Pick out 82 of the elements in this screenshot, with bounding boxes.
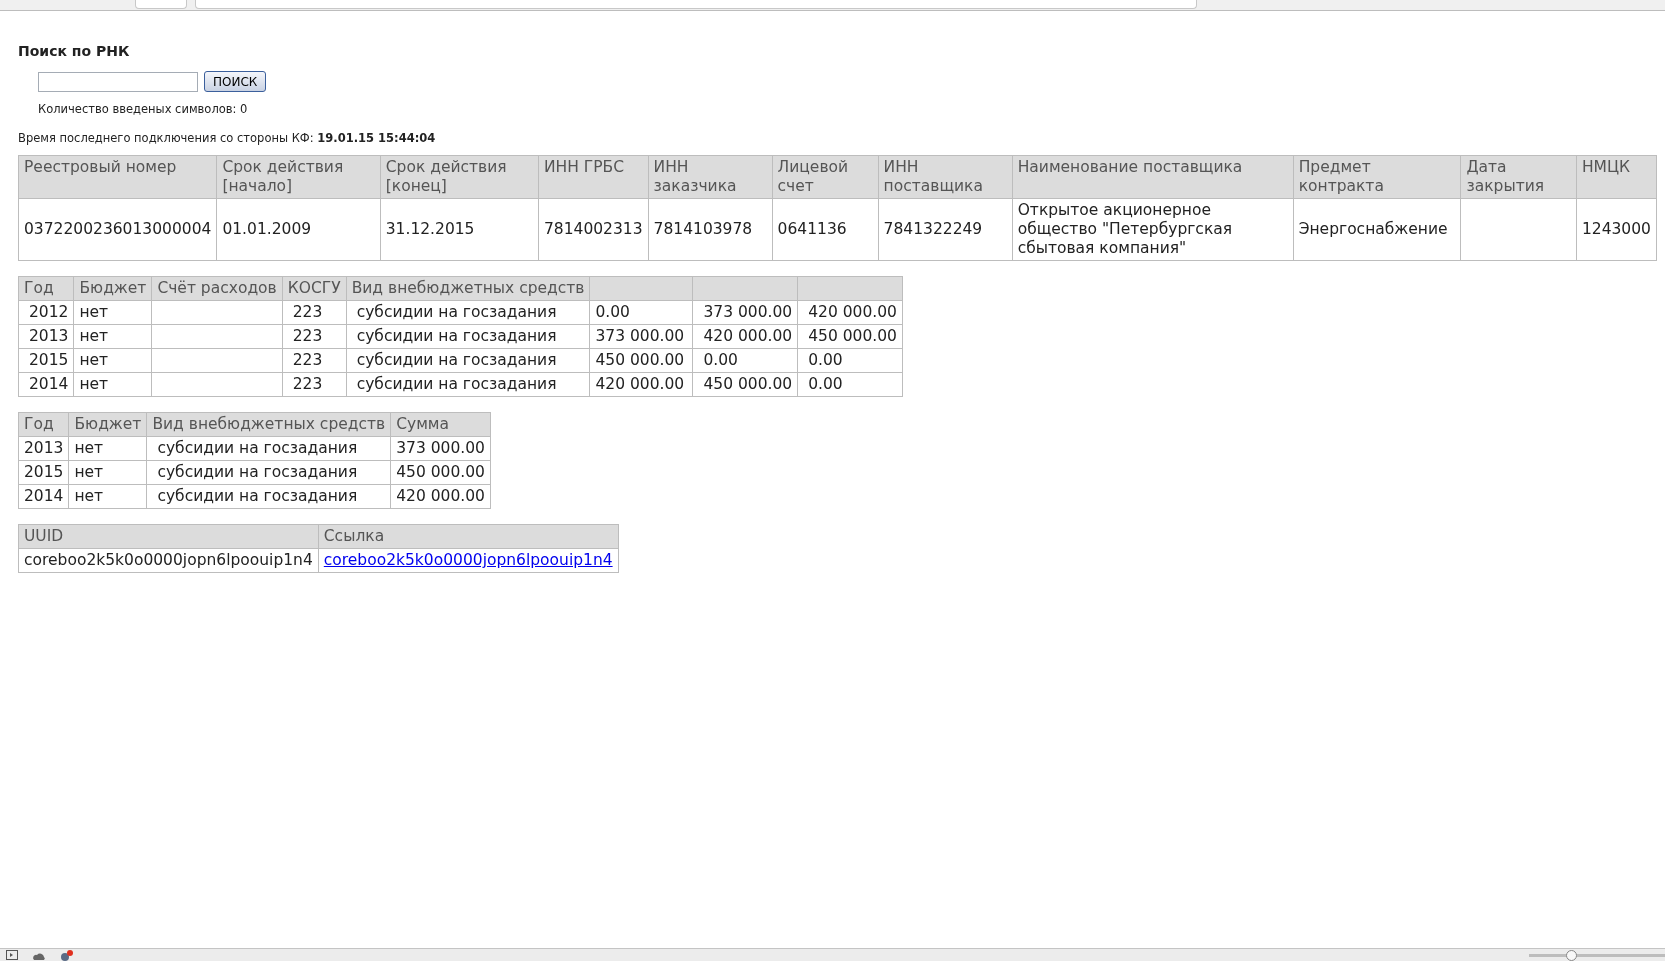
table-cell: 450 000.00 [692,372,798,397]
table-cell: 2015 [18,460,69,485]
table-cell: 223 [282,300,347,325]
table-cell: Открытое акционерное общество "Петербургская сбытовая компания" [1012,198,1294,261]
table-cell: субсидии на госзадания [346,324,590,349]
panel-icon[interactable] [6,950,18,960]
table-cell: 0372200236013000004 [18,198,217,261]
table-cell: субсидии на госзадания [146,484,391,509]
column-header: ИНН ГРБС [538,155,649,199]
connection-time: Время последнего подключения со стороны КФ: 19.01.15 15:44:04 [18,131,436,145]
column-header: НМЦК [1576,155,1657,199]
column-header: Предмет контракта [1293,155,1461,199]
column-header: UUID [18,524,319,549]
table-cell: 450 000.00 [390,460,491,485]
table-cell: 450 000.00 [797,324,903,349]
table-cell: 373 000.00 [390,436,491,461]
table-cell: Энергоснабжение [1293,198,1461,261]
table-cell: 373 000.00 [589,324,693,349]
section-title: Поиск по РНК [18,43,130,59]
column-header: Наименование поставщика [1012,155,1294,199]
table-cell: 7841322249 [878,198,1013,261]
column-header: Бюджет [68,412,147,437]
table-cell: субсидии на госзадания [146,436,391,461]
column-header: Срок действия [конец] [380,155,539,199]
table-cell: 7814103978 [648,198,773,261]
table-cell: нет [68,484,147,509]
table-cell: нет [73,372,152,397]
column-header: Дата закрытия [1460,155,1577,199]
table-cell: 0.00 [797,372,903,397]
table-cell: 0.00 [692,348,798,373]
table-cell: 420 000.00 [390,484,491,509]
column-header: ИНН поставщика [878,155,1013,199]
column-header: Счёт расходов [151,276,283,301]
table-cell: 7814002313 [538,198,649,261]
table-cell: 2015 [18,348,74,373]
column-header: Вид внебюджетных средств [346,276,590,301]
table-cell: coreboo2k5k0o0000jopn6lpoouip1n4 [18,548,319,573]
column-header: Срок действия [начало] [216,155,381,199]
column-header: Год [18,276,74,301]
table-cell: 223 [282,372,347,397]
table-cell: 2012 [18,300,74,325]
browser-tab[interactable] [135,0,187,9]
table-cell: 450 000.00 [589,348,693,373]
table-cell: 223 [282,324,347,349]
table-cell: 420 000.00 [797,300,903,325]
table-cell: 373 000.00 [692,300,798,325]
table-cell: нет [68,436,147,461]
table-cell: нет [73,348,152,373]
table-cell: нет [73,324,152,349]
column-header: Реестровый номер [18,155,217,199]
column-header: КОСГУ [282,276,347,301]
column-header: Год [18,412,69,437]
table-cell: субсидии на госзадания [346,372,590,397]
column-header: Лицевой счет [772,155,879,199]
table-cell: 223 [282,348,347,373]
table-cell: 2013 [18,324,74,349]
search-field[interactable] [38,71,198,92]
column-header: ИНН заказчика [648,155,773,199]
table-cell: 2014 [18,484,69,509]
table-cell: субсидии на госзадания [146,460,391,485]
table-cell: нет [68,460,147,485]
table-cell: субсидии на госзадания [346,300,590,325]
table-cell: 01.01.2009 [216,198,381,261]
column-header: Вид внебюджетных средств [146,412,391,437]
table-cell: 31.12.2015 [380,198,539,261]
table-cell: 420 000.00 [692,324,798,349]
table-cell: субсидии на госзадания [346,348,590,373]
table-cell: 2014 [18,372,74,397]
character-counter: Количество введеных символов: 0 [38,102,248,116]
column-header: Сумма [390,412,491,437]
table-cell: нет [73,300,152,325]
table-cell: 0.00 [797,348,903,373]
slider-thumb[interactable] [1566,949,1577,961]
table-cell: 2013 [18,436,69,461]
table-cell: 0.00 [589,300,693,325]
column-header: Бюджет [73,276,152,301]
column-header: Ссылка [318,524,619,549]
table-cell: 420 000.00 [589,372,693,397]
notification-icon[interactable] [60,949,74,961]
table-cell: 1243000 [1576,198,1657,261]
search-button[interactable]: ПОИСК [204,71,267,92]
table-cell: 0641136 [772,198,879,261]
